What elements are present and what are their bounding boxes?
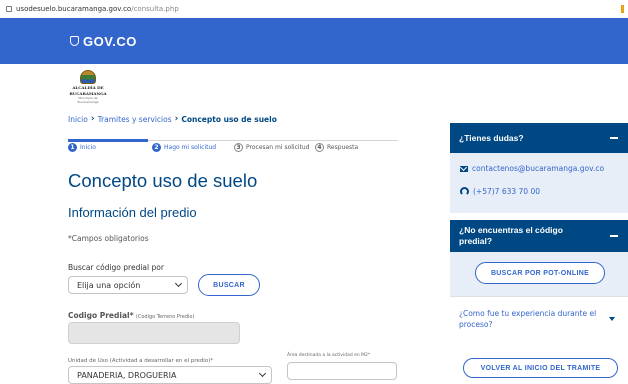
feedback-question[interactable]: ¿Como fue tu experiencia durante el proc… — [459, 308, 624, 330]
mail-icon — [460, 165, 468, 172]
steps-track-active — [68, 139, 148, 142]
codigo-predial-hint: (Codigo Terreno Predio) — [135, 314, 195, 320]
area-input[interactable] — [287, 362, 397, 380]
unidad-uso-label: Unidad de Uso (Actividad a desarrollar e… — [68, 358, 213, 364]
codigo-predial-input[interactable] — [68, 322, 240, 344]
unidad-uso-select[interactable]: PANADERIA, DROGUERIA — [68, 366, 272, 384]
caret-down-icon[interactable] — [609, 317, 615, 321]
contact-email[interactable]: contactenos@bucaramanga.gov.co — [460, 164, 604, 173]
headset-icon — [460, 187, 469, 196]
step-4: 4 Respuesta — [315, 143, 358, 152]
breadcrumb-home[interactable]: Inicio — [68, 115, 88, 124]
area-label: Área destinada a la actividad en M2* — [287, 353, 371, 358]
breadcrumb-tramites[interactable]: Tramites y servicios — [98, 115, 172, 124]
step-1: 1 Inicio — [68, 143, 96, 152]
contact-phone[interactable]: (+57)7 633 70 00 — [460, 187, 540, 196]
buscar-button[interactable]: BUSCAR — [198, 274, 260, 296]
contact-phone-text: (+57)7 633 70 00 — [473, 187, 541, 196]
gov-shield-icon — [70, 36, 79, 46]
codigo-predial-label: Codigo Predial* (Codigo Terreno Predio) — [68, 311, 194, 320]
breadcrumb-current: Concepto uso de suelo — [181, 114, 277, 124]
url-path: /consulta.php — [131, 5, 179, 13]
crest-line-3: Municipio de Bucaramanga — [77, 96, 99, 104]
coat-of-arms-icon — [80, 70, 96, 84]
codigo-panel-header[interactable]: ¿No encuentras el código predial? — [450, 220, 628, 252]
unidad-uso-hint: (Actividad a desarrollar en el predio)* — [109, 358, 214, 364]
step-2-label: Hago mi solicitud — [164, 144, 217, 151]
progress-steps: 1 Inicio 2 Hago mi solicitud 3 Procesan … — [68, 137, 398, 152]
chevron-down-icon — [174, 279, 183, 288]
crest-line-1: ALCALDÍA DE — [72, 85, 104, 90]
search-type-value: Elija una opción — [77, 280, 141, 290]
page-title: Concepto uso de suelo — [68, 170, 258, 191]
step-4-label: Respuesta — [327, 144, 359, 151]
buscar-pot-online-button[interactable]: BUSCAR POR POT-ONLINE — [475, 262, 605, 284]
alcaldia-crest-logo[interactable]: ALCALDÍA DE BUCARAMANGA Municipio de Buc… — [68, 70, 108, 104]
breadcrumb-chevron-icon: › — [174, 114, 179, 124]
gov-header-bar: GOV.CO — [0, 18, 628, 64]
sidebar-divider — [450, 296, 628, 297]
breadcrumb: Inicio › Tramites y servicios › Concepto… — [68, 114, 277, 124]
unidad-uso-label-text: Unidad de Uso — [68, 358, 109, 364]
codigo-predial-label-text: Codigo Predial* — [68, 311, 134, 320]
step-2-number: 2 — [152, 143, 161, 152]
lock-icon — [6, 6, 12, 12]
browser-url-bar[interactable]: usodesuelo.bucaramanga.gov.co/consulta.p… — [0, 0, 628, 18]
collapse-minus-icon[interactable] — [610, 235, 618, 237]
breadcrumb-chevron-icon: › — [90, 114, 95, 124]
step-1-number: 1 — [68, 143, 77, 152]
required-fields-note: *Campos obligatorios — [68, 234, 149, 243]
help-panel-title: ¿Tienes dudas? — [459, 133, 524, 143]
step-4-number: 4 — [315, 143, 324, 152]
volver-inicio-button[interactable]: VOLVER AL INICIO DEL TRAMITE — [463, 358, 618, 378]
gov-logo-text: GOV.CO — [83, 33, 137, 49]
section-title: Información del predio — [68, 205, 197, 220]
codigo-panel-title: ¿No encuentras el código predial? — [459, 225, 563, 246]
step-3-label: Procesan mi solicitud — [246, 144, 310, 151]
step-3: 3 Procesan mi solicitud — [234, 143, 310, 152]
step-2: 2 Hago mi solicitud — [152, 143, 216, 152]
contact-email-text: contactenos@bucaramanga.gov.co — [472, 164, 605, 173]
step-3-number: 3 — [234, 143, 243, 152]
search-type-select[interactable]: Elija una opción — [68, 276, 188, 294]
gov-co-logo[interactable]: GOV.CO — [70, 34, 137, 49]
step-1-label: Inicio — [80, 144, 96, 151]
search-by-label: Buscar código predial por — [68, 263, 164, 272]
extension-icon[interactable] — [621, 5, 624, 13]
url-domain: usodesuelo.bucaramanga.gov.co — [16, 5, 132, 13]
collapse-minus-icon[interactable] — [610, 137, 618, 139]
help-panel-body — [450, 153, 628, 213]
unidad-uso-value: PANADERIA, DROGUERIA — [77, 370, 177, 380]
help-panel-header[interactable]: ¿Tienes dudas? — [450, 123, 628, 153]
